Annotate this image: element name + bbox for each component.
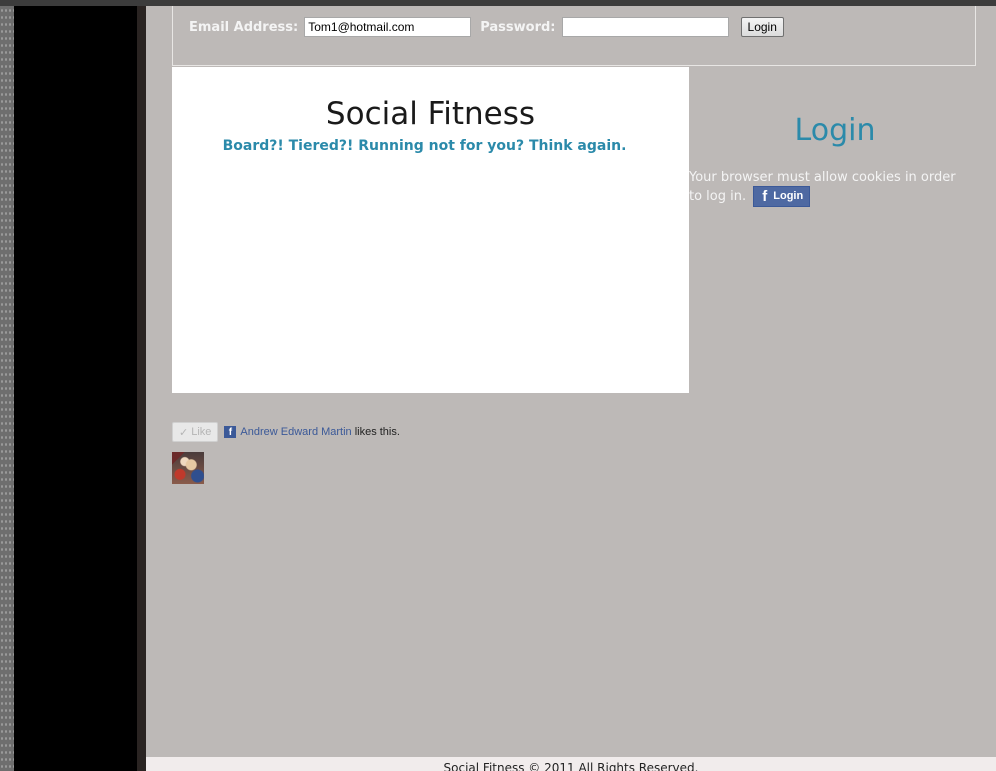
facebook-login-label: Login: [773, 190, 804, 202]
left-dotted-border: [0, 0, 14, 771]
like-row: ✓ Like f Andrew Edward Martin likes this…: [172, 421, 400, 443]
site-title: Social Fitness: [325, 96, 536, 132]
tagline: Board?! Tiered?! Running not for you? Th…: [222, 138, 627, 154]
cookie-message: Your browser must allow cookies in order…: [689, 170, 956, 204]
password-label: Password:: [480, 19, 556, 35]
like-label: Like: [191, 426, 212, 438]
facebook-icon: f: [762, 188, 768, 205]
left-edge-divider: [137, 0, 146, 771]
liker-suffix: likes this.: [354, 426, 400, 438]
liker-name-link[interactable]: Andrew Edward Martin: [240, 426, 351, 438]
login-button[interactable]: Login: [740, 17, 784, 37]
login-heading: Login: [794, 113, 876, 148]
facebook-login-button[interactable]: f Login: [753, 186, 811, 207]
liker-avatar[interactable]: [172, 452, 204, 484]
like-button[interactable]: ✓ Like: [172, 422, 219, 442]
checkmark-icon: ✓: [179, 426, 189, 439]
facebook-mini-icon: f: [224, 426, 237, 438]
content-panel: Social Fitness Board?! Tiered?! Running …: [172, 67, 689, 393]
footer-copyright: Social Fitness © 2011 All Rights Reserve…: [443, 761, 699, 771]
cookie-message-block: Your browser must allow cookies in order…: [689, 169, 959, 207]
footer: Social Fitness © 2011 All Rights Reserve…: [146, 757, 996, 771]
email-field[interactable]: [304, 17, 472, 37]
password-field[interactable]: [561, 17, 729, 37]
left-black-column: [14, 0, 137, 771]
login-form: Email Address: Password: Login: [189, 16, 784, 38]
email-label: Email Address:: [189, 19, 299, 35]
